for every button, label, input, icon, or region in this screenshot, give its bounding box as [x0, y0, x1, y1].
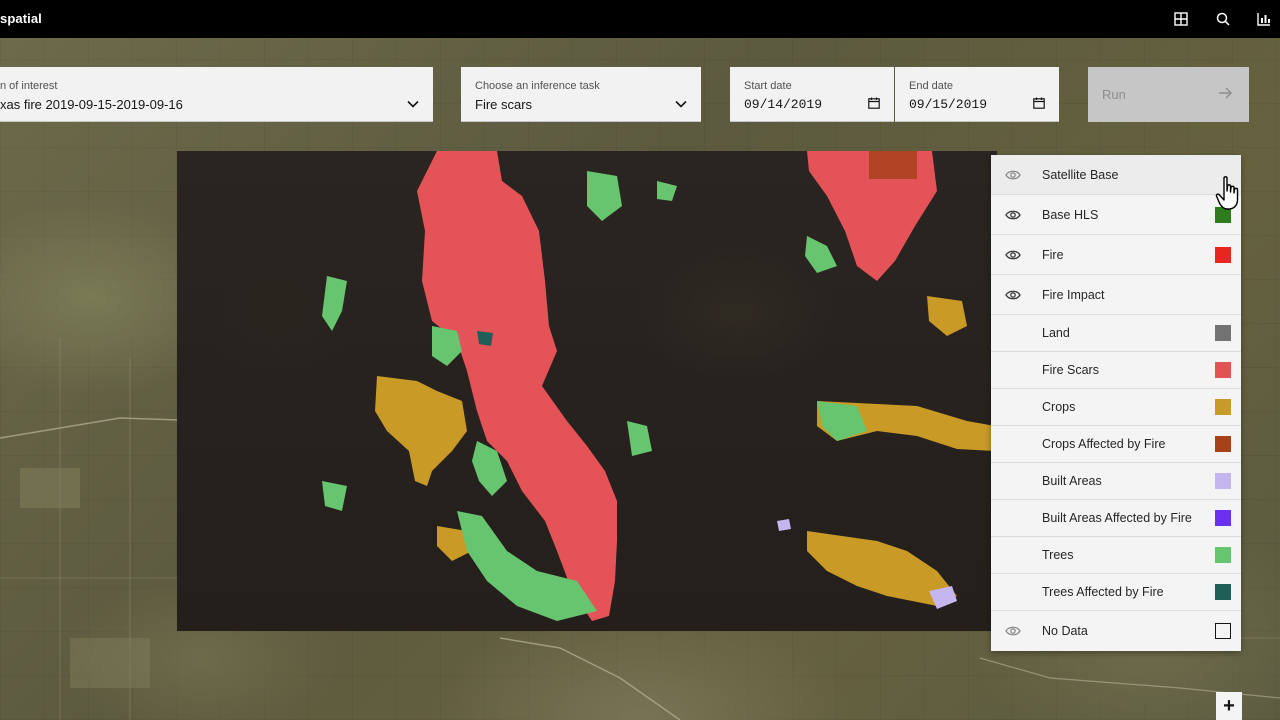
inference-task-value: Fire scars: [475, 97, 533, 112]
legend-swatch: [1215, 436, 1231, 452]
end-date-value: 09/15/2019: [909, 97, 988, 112]
legend-item-crops[interactable]: Crops: [991, 389, 1241, 426]
legend-item-fire-impact[interactable]: Fire Impact: [991, 275, 1241, 315]
legend-item-no-data[interactable]: No Data: [991, 611, 1241, 651]
legend-label: Crops: [1042, 400, 1076, 414]
legend-swatch: [1215, 362, 1231, 378]
legend-item-fire-scars[interactable]: Fire Scars: [991, 352, 1241, 389]
chevron-down-icon: [675, 95, 687, 113]
grid-icon[interactable]: [1171, 9, 1191, 29]
legend-label: Land: [1042, 326, 1070, 340]
calendar-icon[interactable]: [868, 96, 880, 114]
legend-label: Fire Scars: [1042, 363, 1099, 377]
eye-icon[interactable]: [1005, 624, 1021, 638]
area-of-interest-value: xas fire 2019-09-15-2019-09-16: [0, 97, 183, 112]
area-of-interest-label: n of interest: [0, 80, 58, 92]
eye-icon[interactable]: [1005, 248, 1021, 262]
start-date-value: 09/14/2019: [744, 97, 823, 112]
search-icon[interactable]: [1213, 9, 1233, 29]
legend-swatch: [1215, 510, 1231, 526]
legend-label: No Data: [1042, 624, 1088, 638]
legend-swatch: [1215, 325, 1231, 341]
legend-label: Trees: [1042, 548, 1074, 562]
legend-swatch: [1215, 473, 1231, 489]
start-date-picker[interactable]: Start date 09/14/2019: [730, 67, 894, 122]
end-date-picker[interactable]: End date 09/15/2019: [895, 67, 1059, 122]
legend-label: Satellite Base: [1042, 167, 1119, 182]
legend-label: Fire Impact: [1042, 287, 1105, 302]
end-date-label: End date: [909, 80, 954, 92]
top-bar: spatial: [0, 0, 1280, 38]
legend-label: Base HLS: [1042, 207, 1099, 222]
hand-cursor-icon: [1215, 175, 1245, 216]
plus-icon: +: [1223, 694, 1235, 717]
arrow-right-icon: [1219, 87, 1233, 102]
inference-task-dropdown[interactable]: Choose an inference task Fire scars: [461, 67, 701, 122]
start-date-label: Start date: [744, 80, 792, 92]
legend-swatch: [1215, 246, 1231, 263]
legend-swatch: [1215, 623, 1231, 639]
zoom-in-button[interactable]: +: [1216, 692, 1242, 720]
eye-icon[interactable]: [1005, 208, 1021, 222]
inference-result-layer: [322, 151, 995, 621]
legend-label: Built Areas Affected by Fire: [1042, 511, 1192, 525]
legend-label: Trees Affected by Fire: [1042, 585, 1164, 599]
legend-label: Crops Affected by Fire: [1042, 437, 1166, 451]
legend-item-land[interactable]: Land: [991, 315, 1241, 352]
legend-item-trees[interactable]: Trees: [991, 537, 1241, 574]
area-of-interest-dropdown[interactable]: n of interest xas fire 2019-09-15-2019-0…: [0, 67, 433, 122]
legend-item-base-hls[interactable]: Base HLS: [991, 195, 1241, 235]
legend-item-built-areas-affected[interactable]: Built Areas Affected by Fire: [991, 500, 1241, 537]
run-label: Run: [1102, 87, 1126, 102]
app-brand: spatial: [0, 11, 42, 26]
calendar-icon[interactable]: [1033, 96, 1045, 114]
inference-overlay: [177, 151, 997, 631]
legend-swatch: [1215, 584, 1231, 600]
run-button[interactable]: Run: [1088, 67, 1249, 122]
legend-item-fire[interactable]: Fire: [991, 235, 1241, 275]
layer-legend-panel: Satellite Base Base HLS Fire Fire Impact…: [991, 155, 1241, 651]
legend-item-trees-affected[interactable]: Trees Affected by Fire: [991, 574, 1241, 611]
eye-icon[interactable]: [1005, 168, 1021, 182]
legend-label: Built Areas: [1042, 474, 1102, 488]
legend-swatch: [1215, 547, 1231, 563]
dashboard-icon[interactable]: [1254, 9, 1274, 29]
eye-icon[interactable]: [1005, 288, 1021, 302]
legend-item-crops-affected[interactable]: Crops Affected by Fire: [991, 426, 1241, 463]
legend-item-built-areas[interactable]: Built Areas: [991, 463, 1241, 500]
inference-task-label: Choose an inference task: [475, 80, 600, 92]
legend-item-satellite-base[interactable]: Satellite Base: [991, 155, 1241, 195]
legend-label: Fire: [1042, 247, 1064, 262]
legend-swatch: [1215, 399, 1231, 415]
chevron-down-icon: [407, 95, 419, 113]
